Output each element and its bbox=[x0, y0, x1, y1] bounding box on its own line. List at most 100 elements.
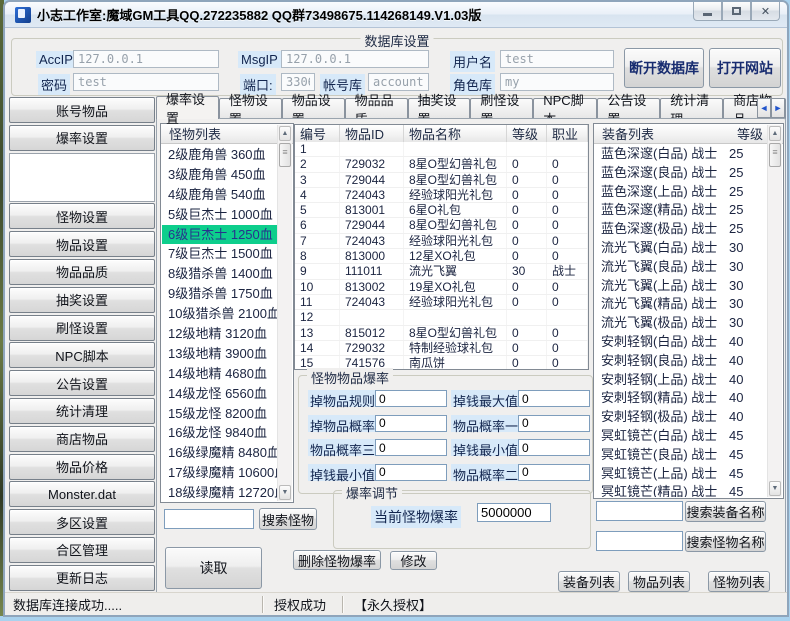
equip-row[interactable]: 流光飞翼(精品) 战士30 bbox=[595, 295, 767, 314]
table-row[interactable]: 11724043经验球阳光礼包00 bbox=[295, 295, 588, 310]
tab-2[interactable]: 物品设置 bbox=[282, 98, 345, 119]
monster-row[interactable]: 14级龙怪 6560血 bbox=[162, 384, 277, 404]
disconnect-db-button[interactable]: 断开数据库 bbox=[624, 48, 704, 88]
table-row[interactable]: 4724043经验球阳光礼包00 bbox=[295, 188, 588, 203]
current-rate-input[interactable] bbox=[477, 503, 551, 522]
sidebar-item-5[interactable]: 抽奖设置 bbox=[9, 287, 155, 313]
equip-row[interactable]: 冥虹镜芒(良品) 战士45 bbox=[595, 446, 767, 465]
monster-row[interactable]: 13级地精 3900血 bbox=[162, 344, 277, 364]
equip-row[interactable]: 冥虹镜芒(上品) 战士45 bbox=[595, 465, 767, 484]
monster-row[interactable]: 16级龙怪 9840血 bbox=[162, 423, 277, 443]
table-row[interactable]: 1 bbox=[295, 142, 588, 157]
sidebar-item-6[interactable]: 刷怪设置 bbox=[9, 315, 155, 341]
tab-5[interactable]: 刷怪设置 bbox=[470, 98, 533, 119]
monster-row[interactable]: 10级猎杀兽 2100血 bbox=[162, 304, 277, 324]
monster-row[interactable]: 2级鹿角兽 360血 bbox=[162, 145, 277, 165]
equip-row[interactable]: 流光飞翼(良品) 战士30 bbox=[595, 258, 767, 277]
scroll-up-icon[interactable]: ▲ bbox=[279, 126, 291, 141]
monster-row[interactable]: 16级绿魔精 8480血 bbox=[162, 443, 277, 463]
scroll-up-icon[interactable]: ▲ bbox=[769, 126, 781, 141]
table-row[interactable]: 14729032特制经验球礼包00 bbox=[295, 341, 588, 356]
item-list-button[interactable]: 物品列表 bbox=[628, 571, 690, 592]
monster-row[interactable]: 3级鹿角兽 450血 bbox=[162, 165, 277, 185]
sidebar-item-7[interactable]: NPC脚本 bbox=[9, 342, 155, 368]
close-button[interactable]: ✕ bbox=[751, 2, 780, 21]
monster-row[interactable]: 9级猎杀兽 1750血 bbox=[162, 284, 277, 304]
drop-field-input[interactable] bbox=[375, 464, 447, 481]
tab-scroll-right-icon[interactable]: ► bbox=[771, 98, 785, 118]
equip-row[interactable]: 流光飞翼(极品) 战士30 bbox=[595, 314, 767, 333]
sidebar-item-15[interactable]: 更新日志 bbox=[9, 565, 155, 591]
drop-field-input[interactable] bbox=[518, 464, 590, 481]
table-row[interactable]: 58130016星O礼包00 bbox=[295, 203, 588, 218]
table-row[interactable]: 9111011流光飞翼30战士 bbox=[295, 264, 588, 279]
monster-search-input[interactable] bbox=[164, 509, 254, 529]
table-row[interactable]: 138150128星O型幻兽礼包00 bbox=[295, 326, 588, 341]
sidebar-item-1[interactable]: 爆率设置 bbox=[9, 125, 155, 151]
table-row[interactable]: 27290328星O型幻兽礼包00 bbox=[295, 157, 588, 172]
tab-0[interactable]: 爆率设置 bbox=[156, 96, 219, 119]
tab-1[interactable]: 怪物设置 bbox=[219, 98, 282, 119]
equip-list-button[interactable]: 装备列表 bbox=[558, 571, 620, 592]
drop-field-input[interactable] bbox=[375, 415, 447, 432]
equip-row[interactable]: 蓝色深邃(精品) 战士25 bbox=[595, 201, 767, 220]
monster-row[interactable]: 15级龙怪 8200血 bbox=[162, 404, 277, 424]
sidebar-item-4[interactable]: 物品品质 bbox=[9, 259, 155, 285]
drop-field-input[interactable] bbox=[518, 415, 590, 432]
equip-row[interactable]: 安刺轻钢(极品) 战士40 bbox=[595, 408, 767, 427]
title-bar[interactable]: 小志工作室:魔域GM工具QQ.272235882 QQ群73498675.114… bbox=[5, 2, 787, 28]
equip-name-search-input[interactable] bbox=[596, 501, 683, 521]
sidebar-item-10[interactable]: 商店物品 bbox=[9, 426, 155, 452]
equip-row[interactable]: 冥虹镜芒(精品) 战士45 bbox=[595, 483, 767, 497]
sidebar-item-12[interactable]: Monster.dat bbox=[9, 481, 155, 507]
accip-input[interactable] bbox=[73, 50, 219, 68]
monster-row[interactable]: 18级绿魔精 12720血 bbox=[162, 483, 277, 501]
tab-8[interactable]: 统计清理 bbox=[660, 98, 723, 119]
monster-row[interactable]: 6级巨杰士 1250血 bbox=[162, 225, 277, 245]
scrollbar-thumb[interactable] bbox=[279, 143, 291, 167]
drop-field-input[interactable] bbox=[375, 390, 447, 407]
table-row[interactable]: 37290448星O型幻兽礼包00 bbox=[295, 173, 588, 188]
table-row[interactable]: 881300012星XO礼包00 bbox=[295, 249, 588, 264]
modify-button[interactable]: 修改 bbox=[390, 551, 437, 570]
sidebar-item-0[interactable]: 账号物品 bbox=[9, 97, 155, 123]
monster-list-button[interactable]: 怪物列表 bbox=[708, 571, 770, 592]
scrollbar-thumb[interactable] bbox=[769, 143, 781, 167]
drop-field-input[interactable] bbox=[518, 390, 590, 407]
sidebar-item-13[interactable]: 多区设置 bbox=[9, 509, 155, 535]
monster-list-scrollbar[interactable]: ▲ ▼ bbox=[277, 125, 292, 501]
role-db-input[interactable] bbox=[500, 73, 614, 91]
maximize-button[interactable] bbox=[722, 2, 751, 21]
table-row[interactable]: 7724043经验球阳光礼包00 bbox=[295, 234, 588, 249]
equip-row[interactable]: 蓝色深邃(极品) 战士25 bbox=[595, 220, 767, 239]
search-monster-button[interactable]: 搜索怪物 bbox=[259, 508, 317, 530]
table-row[interactable]: 1081300219星XO礼包00 bbox=[295, 280, 588, 295]
tab-6[interactable]: NPC脚本 bbox=[533, 98, 597, 119]
equip-row[interactable]: 流光飞翼(上品) 战士30 bbox=[595, 277, 767, 296]
tab-4[interactable]: 抽奖设置 bbox=[408, 98, 471, 119]
open-website-button[interactable]: 打开网站 bbox=[709, 48, 781, 88]
monster-row[interactable]: 8级猎杀兽 1400血 bbox=[162, 264, 277, 284]
search-monster-name-button[interactable]: 搜索怪物名称 bbox=[685, 531, 766, 552]
monster-row[interactable]: 7级巨杰士 1500血 bbox=[162, 244, 277, 264]
sidebar-item-8[interactable]: 公告设置 bbox=[9, 370, 155, 396]
read-button[interactable]: 读取 bbox=[165, 547, 262, 589]
tab-scroll-left-icon[interactable]: ◄ bbox=[757, 98, 771, 118]
tab-7[interactable]: 公告设置 bbox=[597, 98, 660, 119]
drop-field-input[interactable] bbox=[518, 439, 590, 456]
equip-row[interactable]: 安刺轻钢(良品) 战士40 bbox=[595, 352, 767, 371]
monster-row[interactable]: 5级巨杰士 1000血 bbox=[162, 205, 277, 225]
equip-row[interactable]: 蓝色深邃(良品) 战士25 bbox=[595, 164, 767, 183]
monster-row[interactable]: 12级地精 3120血 bbox=[162, 324, 277, 344]
table-row[interactable]: 67290448星O型幻兽礼包00 bbox=[295, 218, 588, 233]
scroll-down-icon[interactable]: ▼ bbox=[279, 485, 291, 500]
account-db-input[interactable] bbox=[368, 73, 429, 91]
drop-field-input[interactable] bbox=[375, 439, 447, 456]
tab-3[interactable]: 物品品质 bbox=[345, 98, 408, 119]
sidebar-item-2[interactable]: 怪物设置 bbox=[9, 203, 155, 229]
monster-row[interactable]: 14级地精 4680血 bbox=[162, 364, 277, 384]
equip-row[interactable]: 冥虹镜芒(白品) 战士45 bbox=[595, 427, 767, 446]
equip-row[interactable]: 蓝色深邃(上品) 战士25 bbox=[595, 183, 767, 202]
port-input[interactable] bbox=[281, 73, 315, 91]
monster-row[interactable]: 17级绿魔精 10600血 bbox=[162, 463, 277, 483]
